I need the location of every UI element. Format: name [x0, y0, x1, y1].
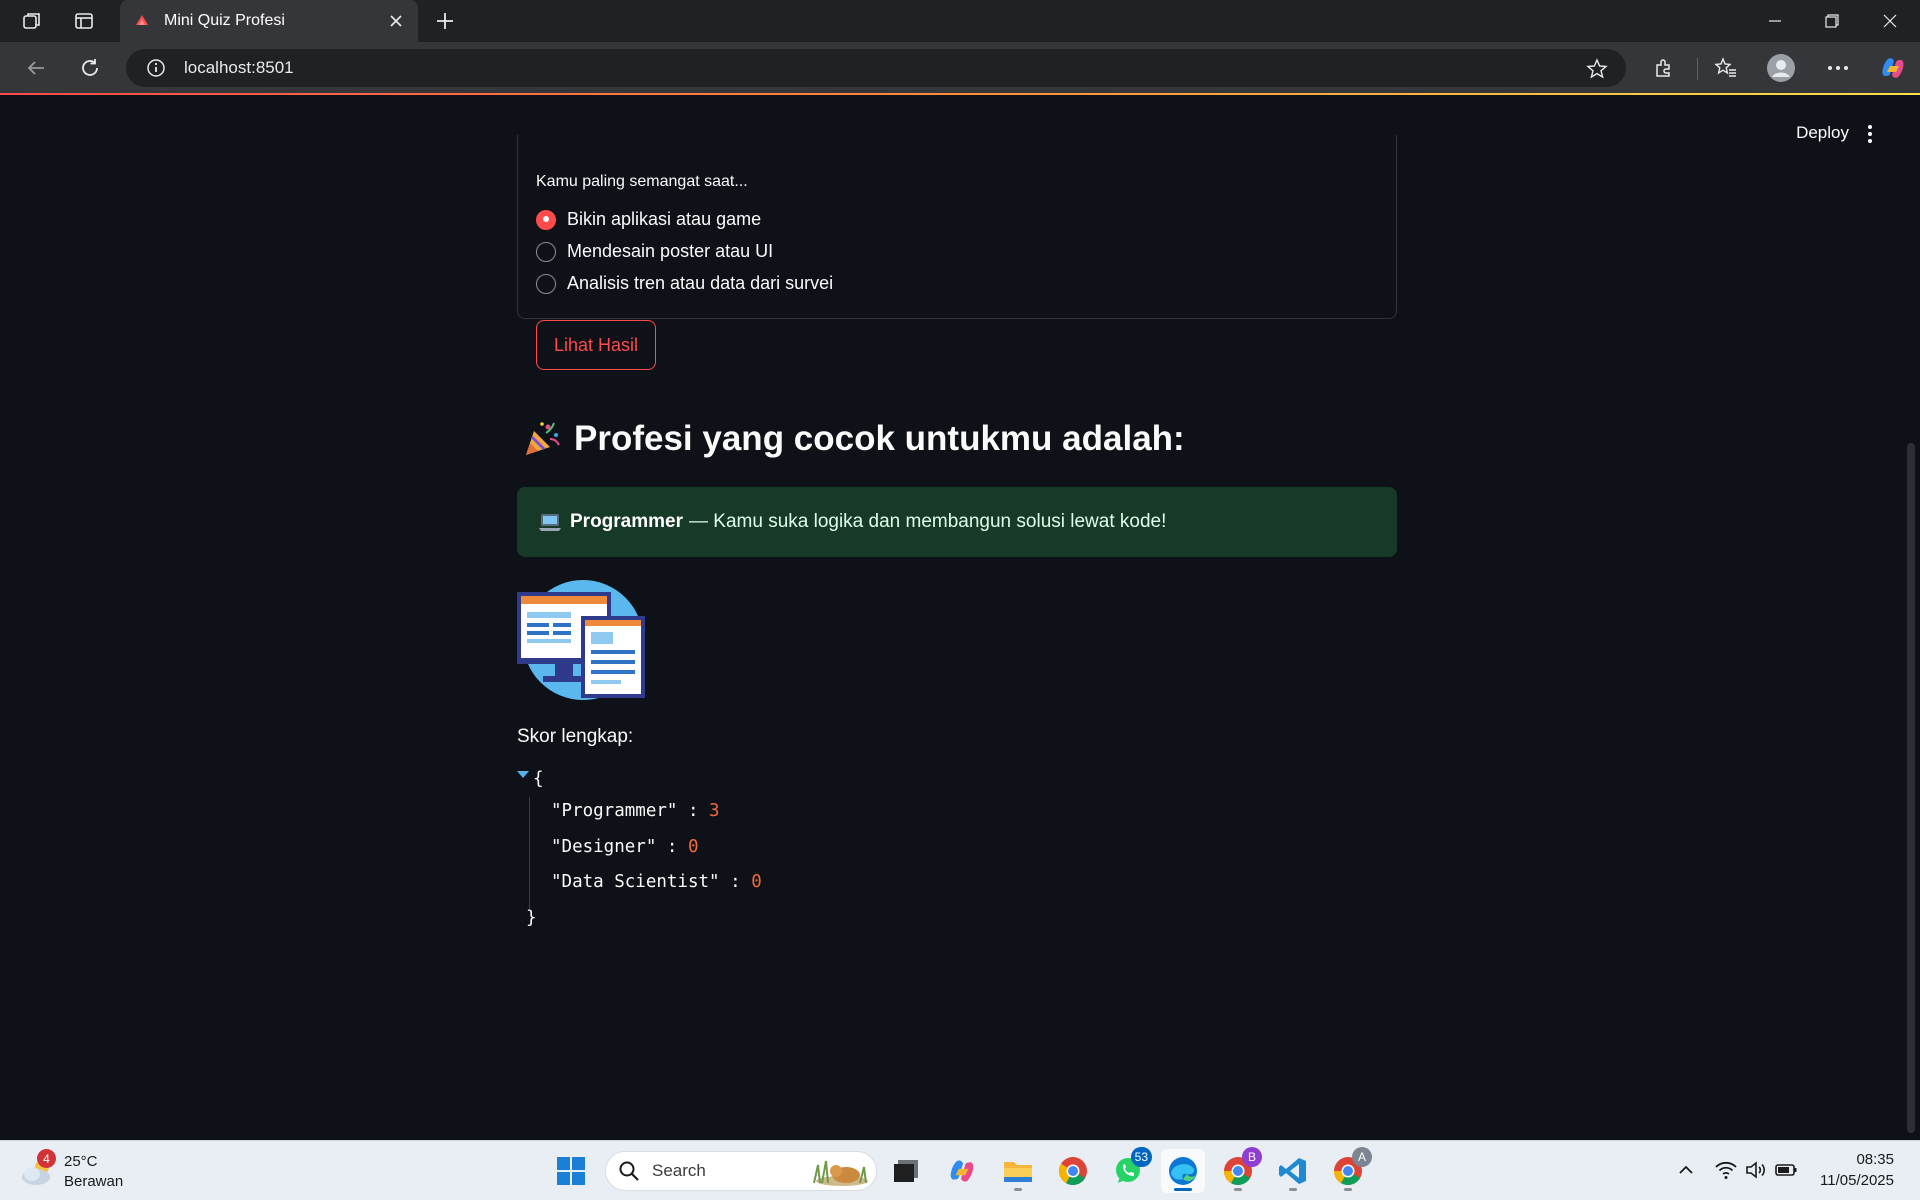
tab-mini-quiz[interactable]: Mini Quiz Profesi [120, 0, 418, 42]
windows-taskbar: 4 25°C Berawan Search 53 B A 08:35 11/05… [0, 1140, 1920, 1200]
json-entry: "Programmer" : 3 [551, 801, 720, 821]
radio-unchecked-icon[interactable] [536, 273, 556, 294]
tab-actions-icon[interactable] [68, 8, 100, 34]
streamlit-favicon-icon [136, 15, 148, 25]
extensions-icon[interactable] [1648, 52, 1680, 84]
json-open-brace: { [533, 769, 544, 789]
streamlit-app: Deploy Kamu paling semangat saat... Biki… [5, 95, 1915, 1135]
json-key: "Data Scientist" [551, 872, 720, 892]
result-heading: Profesi yang cocok untukmu adalah: [522, 419, 1185, 459]
radio-unchecked-icon[interactable] [536, 241, 556, 262]
clock-date[interactable]: 11/05/2025 [1820, 1172, 1894, 1189]
vscode-icon[interactable] [1271, 1149, 1315, 1193]
json-entry: "Data Scientist" : 0 [551, 872, 762, 892]
favorite-star-icon[interactable] [1586, 58, 1608, 80]
json-close-brace: } [526, 908, 537, 928]
site-info-icon[interactable] [146, 58, 166, 78]
close-tab-icon[interactable] [386, 11, 406, 31]
score-label: Skor lengkap: [517, 726, 634, 747]
radio-option-app[interactable]: Bikin aplikasi atau game [536, 209, 761, 230]
main-menu-icon[interactable] [1863, 123, 1877, 145]
question-label: Kamu paling semangat saat... [536, 173, 748, 190]
more-options-icon[interactable] [1822, 52, 1854, 84]
scrollbar[interactable] [1907, 443, 1915, 1133]
result-title: Profesi yang cocok untukmu adalah: [574, 419, 1185, 458]
weather-temperature: 25°C [64, 1153, 98, 1170]
json-key: "Designer" [551, 837, 657, 857]
workspaces-icon[interactable] [16, 8, 48, 34]
chrome-profile-a-icon[interactable]: A [1326, 1147, 1372, 1193]
copilot-icon[interactable] [940, 1149, 984, 1193]
computer-illustration-image [517, 580, 645, 700]
browser-tab-strip: Mini Quiz Profesi [0, 0, 1920, 42]
clock-time[interactable]: 08:35 [1856, 1151, 1894, 1168]
browser-toolbar: localhost:8501 [0, 42, 1920, 94]
radio-label: Bikin aplikasi atau game [567, 209, 762, 229]
whatsapp-icon[interactable]: 53 [1106, 1147, 1152, 1193]
task-view-icon[interactable] [884, 1149, 928, 1193]
edge-icon[interactable] [1161, 1149, 1205, 1193]
favorites-icon[interactable] [1710, 52, 1742, 84]
address-bar[interactable]: localhost:8501 [126, 49, 1626, 87]
taskbar-search-box[interactable]: Search [605, 1151, 877, 1191]
battery-icon[interactable] [1774, 1159, 1798, 1181]
back-arrow-icon[interactable] [18, 50, 54, 86]
json-value: 0 [687, 837, 699, 857]
weather-alert-badge: 4 [37, 1149, 56, 1168]
chrome-profile-b-icon[interactable]: B [1216, 1147, 1262, 1193]
laptop-icon [539, 514, 561, 531]
success-alert: Programmer — Kamu suka logika dan memban… [517, 487, 1397, 557]
wifi-icon[interactable] [1714, 1158, 1738, 1182]
party-popper-icon [526, 422, 560, 455]
json-value: 0 [751, 872, 762, 892]
reload-icon[interactable] [72, 50, 108, 86]
radio-checked-icon[interactable] [536, 209, 556, 230]
new-tab-icon[interactable] [430, 8, 460, 34]
radio-option-data[interactable]: Analisis tren atau data dari survei [536, 273, 833, 294]
windows-start-icon[interactable] [549, 1149, 593, 1193]
deploy-button[interactable]: Deploy [1796, 123, 1849, 143]
collapse-toggle-icon[interactable] [517, 771, 529, 778]
json-value: 3 [709, 801, 720, 821]
whatsapp-badge: 53 [1130, 1147, 1152, 1167]
radio-option-design[interactable]: Mendesain poster atau UI [536, 241, 773, 262]
url-text: localhost:8501 [184, 58, 294, 77]
radio-label: Mendesain poster atau UI [567, 241, 774, 261]
profession-name: Programmer [570, 511, 683, 532]
tab-title: Mini Quiz Profesi [164, 12, 285, 29]
close-window-icon[interactable] [1870, 4, 1910, 38]
weather-description: Berawan [64, 1173, 124, 1190]
search-highlight-art-icon [813, 1160, 868, 1186]
weather-widget[interactable]: 4 25°C Berawan [20, 1149, 140, 1195]
search-icon [619, 1161, 639, 1181]
minimize-icon[interactable] [1755, 4, 1795, 38]
volume-icon[interactable] [1744, 1158, 1768, 1182]
restore-icon[interactable] [1812, 4, 1852, 38]
profile-a-badge: A [1352, 1147, 1372, 1167]
file-explorer-icon[interactable] [996, 1149, 1040, 1193]
profile-b-badge: B [1242, 1147, 1262, 1167]
json-entry: "Designer" : 0 [551, 837, 699, 857]
lihat-hasil-button[interactable]: Lihat Hasil [536, 320, 656, 370]
profile-avatar-icon[interactable] [1765, 52, 1797, 84]
show-hidden-icons-chevron-icon[interactable] [1675, 1159, 1697, 1181]
json-key: "Programmer" [551, 801, 678, 821]
profession-description: — Kamu suka logika dan membangun solusi … [689, 511, 1167, 532]
radio-label: Analisis tren atau data dari survei [567, 273, 834, 293]
search-placeholder: Search [652, 1161, 706, 1180]
chrome-icon[interactable] [1051, 1149, 1095, 1193]
copilot-icon[interactable] [1876, 51, 1910, 85]
